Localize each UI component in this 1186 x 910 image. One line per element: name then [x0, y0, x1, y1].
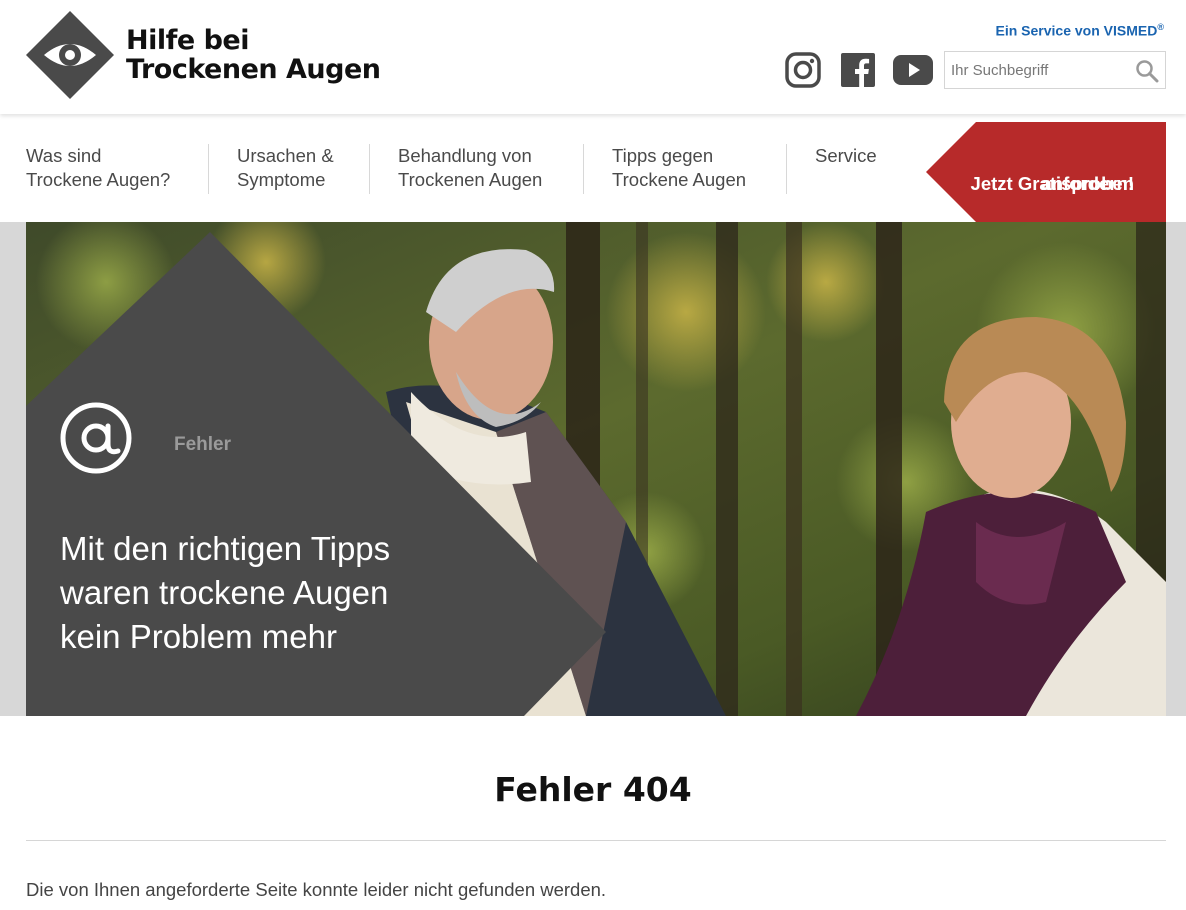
hero-category-label: Fehler	[174, 434, 232, 455]
cta-line-2: anfordern!	[1041, 173, 1135, 194]
nav-item-line-2: Symptome	[237, 169, 326, 190]
hero-headline-line-3: kein Problem mehr	[60, 618, 337, 655]
nav-item-tipps[interactable]: Tipps gegen Trockene Augen	[612, 144, 746, 192]
nav-divider	[786, 144, 787, 194]
logo-text: Hilfe bei Trockenen Augen	[126, 26, 381, 84]
nav-item-line-2: Trockenen Augen	[398, 169, 543, 190]
at-icon	[60, 402, 132, 474]
free-samples-cta-button[interactable]: Jetzt Gratisproben anfordern!	[926, 122, 1166, 222]
facebook-icon[interactable]	[839, 52, 877, 88]
youtube-icon[interactable]	[892, 52, 934, 88]
hero-headline-line-1: Mit den richtigen Tipps	[60, 530, 391, 567]
nav-item-line-1: Service	[815, 145, 877, 166]
service-link[interactable]: Ein Service von VISMED®	[996, 22, 1164, 39]
nav-item-line-1: Ursachen &	[237, 145, 334, 166]
hero-headline: Mit den richtigen Tipps waren trockene A…	[60, 527, 480, 659]
content-divider	[26, 840, 1166, 841]
instagram-icon[interactable]	[784, 52, 822, 88]
main-navigation: Was sind Trockene Augen? Ursachen & Symp…	[0, 114, 1186, 222]
site-logo[interactable]: Hilfe bei Trockenen Augen	[26, 11, 381, 99]
nav-item-ursachen-symptome[interactable]: Ursachen & Symptome	[237, 144, 334, 192]
logo-line-1: Hilfe bei	[126, 25, 249, 56]
nav-item-line-1: Tipps gegen	[612, 145, 714, 166]
nav-divider	[583, 144, 584, 194]
page-title: Fehler 404	[494, 770, 692, 809]
search-icon[interactable]	[1135, 59, 1159, 83]
nav-item-behandlung[interactable]: Behandlung von Trockenen Augen	[398, 144, 542, 192]
nav-item-line-2: Trockene Augen?	[26, 169, 171, 190]
registered-mark: ®	[1157, 22, 1164, 32]
hero-headline-line-2: waren trockene Augen	[60, 574, 389, 611]
nav-item-service[interactable]: Service	[815, 144, 877, 168]
nav-item-line-1: Behandlung von	[398, 145, 532, 166]
nav-item-was-sind-trockene-augen[interactable]: Was sind Trockene Augen?	[26, 144, 170, 192]
error-message: Die von Ihnen angeforderte Seite konnte …	[26, 879, 607, 900]
nav-divider	[208, 144, 209, 194]
site-header: Hilfe bei Trockenen Augen Ein Service vo…	[0, 0, 1186, 114]
nav-item-line-1: Was sind	[26, 145, 102, 166]
nav-item-line-2: Trockene Augen	[612, 169, 747, 190]
search-input[interactable]	[945, 52, 1125, 88]
logo-line-2: Trockenen Augen	[126, 54, 381, 85]
cta-label: Jetzt Gratisproben anfordern!	[960, 147, 1150, 194]
eye-logo-icon	[26, 11, 114, 99]
search-box	[944, 51, 1166, 89]
service-link-text: Ein Service von VISMED	[995, 22, 1158, 39]
nav-divider	[369, 144, 370, 194]
hero-banner: Fehler Mit den richtigen Tipps waren tro…	[26, 222, 1166, 716]
